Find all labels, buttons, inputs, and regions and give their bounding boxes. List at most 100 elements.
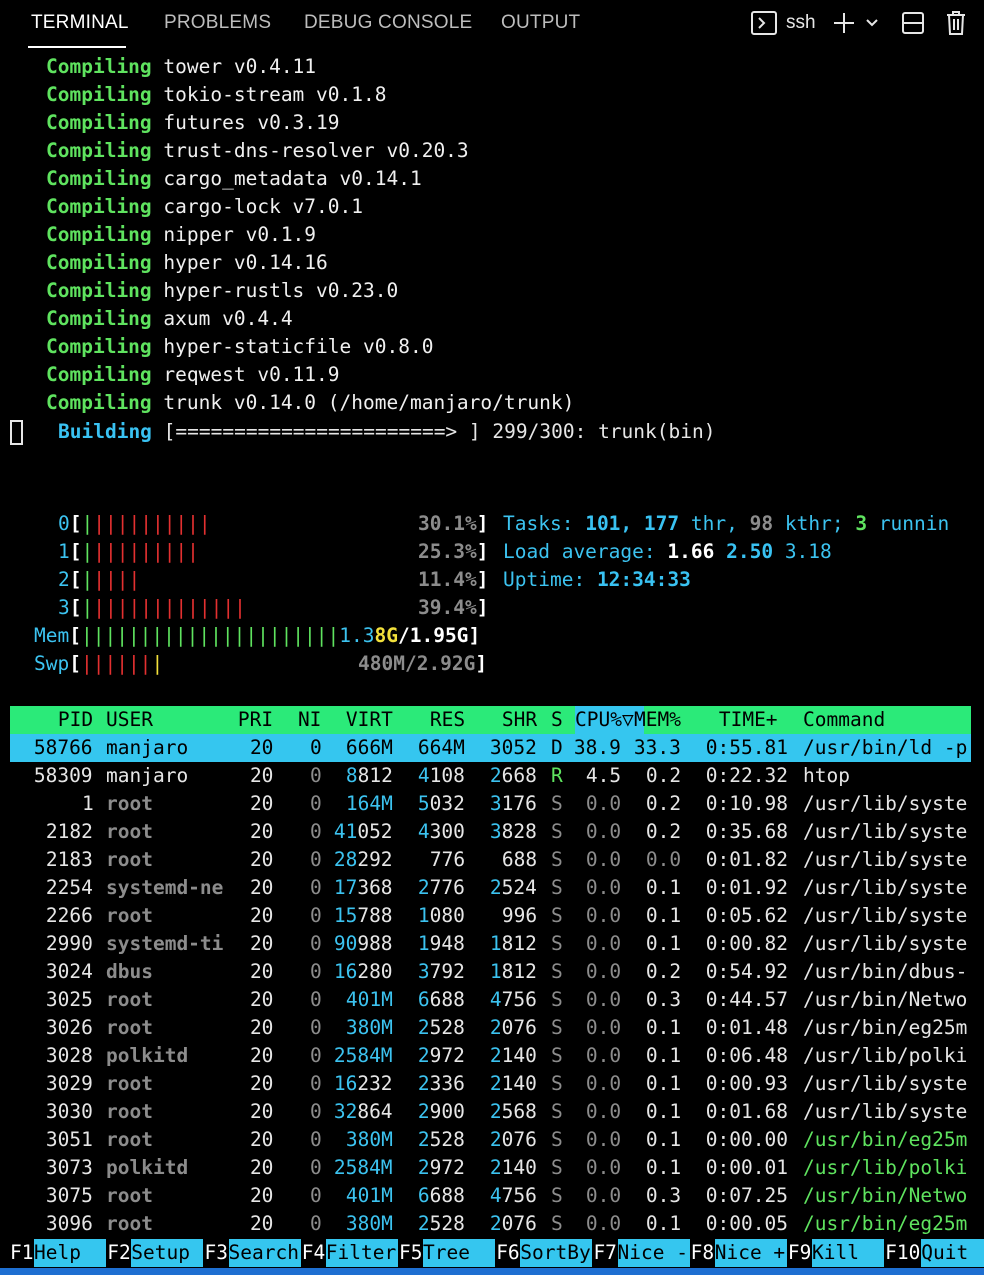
cell-shr: 2140 bbox=[489, 1156, 537, 1179]
cell-cpu: 0.0 bbox=[585, 1184, 622, 1207]
column-header-ni[interactable]: NI bbox=[298, 706, 321, 734]
cell-pri: 20 bbox=[249, 960, 274, 983]
tab-terminal[interactable]: TERMINAL bbox=[31, 12, 129, 34]
cell-cmd: /usr/lib/syste bbox=[803, 932, 968, 955]
cell-res: 4300 bbox=[417, 820, 465, 843]
cell-time: 0:06.48 bbox=[705, 1044, 788, 1067]
fkey-label-f2[interactable]: Setup bbox=[131, 1239, 204, 1267]
cell-virt: 8812 bbox=[345, 764, 393, 787]
cell-pri: 20 bbox=[249, 904, 274, 927]
fkey-label-f7[interactable]: Nice - bbox=[617, 1239, 690, 1267]
column-header-user[interactable]: USER bbox=[106, 706, 153, 734]
column-header-pri[interactable]: PRI bbox=[238, 706, 273, 734]
cell-shr: 996 bbox=[501, 904, 538, 927]
cell-ni: 0 bbox=[309, 960, 322, 983]
fkey-f3[interactable]: F3 bbox=[204, 1239, 227, 1267]
fkey-f7[interactable]: F7 bbox=[593, 1239, 616, 1267]
column-header-res[interactable]: RES bbox=[430, 706, 465, 734]
load-average: Load average: 1.66 2.50 3.18 bbox=[503, 540, 832, 563]
cell-user: manjaro bbox=[106, 764, 189, 787]
cell-s: S bbox=[551, 1100, 563, 1123]
cell-cpu: 0.0 bbox=[585, 1016, 622, 1039]
fkey-label-f10[interactable]: Quit bbox=[921, 1239, 984, 1267]
tab-output[interactable]: OUTPUT bbox=[501, 12, 580, 34]
column-header-virt[interactable]: VIRT bbox=[346, 706, 393, 734]
fkey-f10[interactable]: F10 bbox=[885, 1239, 920, 1267]
cell-cpu: 0.0 bbox=[585, 1128, 622, 1151]
fkey-label-f9[interactable]: Kill bbox=[811, 1239, 885, 1267]
cell-user: root bbox=[106, 1100, 153, 1123]
building-label: Building bbox=[58, 420, 152, 443]
cell-pid: 2266 bbox=[45, 904, 93, 927]
cell-pri: 20 bbox=[249, 1156, 274, 1179]
cell-pid: 1 bbox=[81, 792, 94, 815]
cell-mem: 0.1 bbox=[645, 1016, 682, 1039]
column-header-pid[interactable]: PID bbox=[58, 706, 93, 734]
build-progress-text: 299/300: trunk(bin) bbox=[492, 420, 716, 443]
cell-virt: 32864 bbox=[333, 1100, 393, 1123]
cell-s: S bbox=[551, 1072, 563, 1095]
cell-res: 2528 bbox=[417, 1128, 465, 1151]
fkey-f5[interactable]: F5 bbox=[399, 1239, 422, 1267]
cell-user: root bbox=[106, 904, 153, 927]
cpu-bar: ||||||||| bbox=[93, 540, 199, 563]
chevron-down-icon bbox=[866, 19, 878, 27]
tab-debug-console[interactable]: DEBUG CONSOLE bbox=[304, 12, 472, 34]
fkey-label-f3[interactable]: Search bbox=[228, 1239, 301, 1267]
column-header-mem[interactable]: MEM% bbox=[634, 706, 681, 734]
cpu-meter-2: 2[||||| bbox=[58, 568, 141, 591]
fkey-f2[interactable]: F2 bbox=[107, 1239, 130, 1267]
fkey-label-f6[interactable]: SortBy bbox=[520, 1239, 593, 1267]
cell-shr: 4756 bbox=[489, 1184, 537, 1207]
function-key-bar: F1 Help F2 Setup F3 Search F4 Filter F5 Tree F6… bbox=[0, 1239, 984, 1267]
column-header-cpu[interactable]: CPU%▽ bbox=[575, 706, 634, 734]
cell-time: 0:44.57 bbox=[705, 988, 788, 1011]
cell-s: S bbox=[551, 960, 563, 983]
cell-ni: 0 bbox=[309, 1184, 322, 1207]
fkey-label-f8[interactable]: Nice + bbox=[714, 1239, 787, 1267]
terminal-shell-selector[interactable]: ssh bbox=[751, 6, 816, 40]
cell-user: root bbox=[106, 988, 153, 1011]
cell-pri: 20 bbox=[249, 820, 274, 843]
compiling-line: Compiling hyper-rustls v0.23.0 bbox=[46, 277, 398, 305]
cell-user: dbus bbox=[106, 960, 153, 983]
cell-s: S bbox=[551, 792, 563, 815]
cell-cpu: 0.0 bbox=[585, 1072, 622, 1095]
cell-ni: 0 bbox=[309, 904, 322, 927]
cell-time: 0:10.98 bbox=[705, 792, 788, 815]
terminal-dropdown-button[interactable] bbox=[864, 6, 880, 40]
cell-shr: 1812 bbox=[489, 932, 537, 955]
cell-s: S bbox=[551, 820, 563, 843]
fkey-label-f5[interactable]: Tree bbox=[423, 1239, 496, 1267]
column-header-shr[interactable]: SHR bbox=[502, 706, 537, 734]
column-header-command[interactable]: Command bbox=[803, 706, 885, 734]
fkey-f8[interactable]: F8 bbox=[691, 1239, 714, 1267]
fkey-label-f4[interactable]: Filter bbox=[325, 1239, 398, 1267]
cell-mem: 0.2 bbox=[645, 820, 682, 843]
column-header-time[interactable]: TIME+ bbox=[719, 706, 778, 734]
fkey-f6[interactable]: F6 bbox=[496, 1239, 519, 1267]
fkey-f1[interactable]: F1 bbox=[10, 1239, 33, 1267]
fkey-f4[interactable]: F4 bbox=[302, 1239, 325, 1267]
column-header-s[interactable]: S bbox=[551, 706, 563, 734]
fkey-label-f1[interactable]: Help bbox=[34, 1239, 107, 1267]
cell-ni: 0 bbox=[309, 932, 322, 955]
new-terminal-button[interactable] bbox=[832, 6, 856, 40]
kill-terminal-button[interactable] bbox=[945, 6, 967, 40]
tab-problems[interactable]: PROBLEMS bbox=[164, 12, 271, 34]
fkey-f9[interactable]: F9 bbox=[788, 1239, 811, 1267]
compiling-label: Compiling bbox=[46, 391, 152, 414]
cell-pri: 20 bbox=[249, 1072, 274, 1095]
compiling-label: Compiling bbox=[46, 55, 152, 78]
compiling-label: Compiling bbox=[46, 307, 152, 330]
cell-res: 5032 bbox=[417, 792, 465, 815]
cell-cmd: /usr/bin/eg25m bbox=[803, 1016, 968, 1039]
split-terminal-button[interactable] bbox=[901, 6, 925, 40]
cell-virt: 401M bbox=[345, 988, 393, 1011]
cell-s: S bbox=[551, 876, 563, 899]
cell-time: 0:01.68 bbox=[705, 1100, 788, 1123]
cell-cpu: 0.0 bbox=[585, 876, 622, 899]
cpu-meter-3: 3[|||||||||||||| bbox=[58, 596, 246, 619]
compiling-line: Compiling nipper v0.1.9 bbox=[46, 221, 316, 249]
cell-virt: 666M bbox=[345, 736, 393, 759]
